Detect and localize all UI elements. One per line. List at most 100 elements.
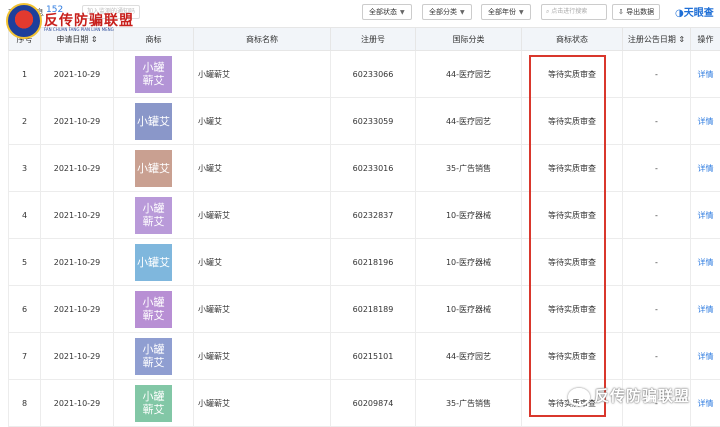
publication-date: - <box>623 98 691 145</box>
trademark-image[interactable]: 小罐 蕲艾 <box>135 56 172 93</box>
row-index: 3 <box>9 145 41 192</box>
row-index: 7 <box>9 333 41 380</box>
brand-text: 天眼查 <box>684 8 714 19</box>
search-input[interactable]: ⌕ 点击进行搜索 <box>541 4 607 20</box>
mark-cell: 小罐艾 <box>114 98 194 145</box>
application-date: 2021-10-29 <box>41 286 114 333</box>
registration-number: 60215101 <box>331 333 416 380</box>
application-date: 2021-10-29 <box>41 380 114 427</box>
mark-cell: 小罐艾 <box>114 145 194 192</box>
trademark-image[interactable]: 小罐 蕲艾 <box>135 385 172 422</box>
publication-date: - <box>623 333 691 380</box>
col-header: 操作 <box>691 28 720 51</box>
shield-logo-icon <box>6 3 42 39</box>
chevron-down-icon: ▼ <box>400 9 405 16</box>
trademark-name: 小罐艾 <box>194 98 331 145</box>
trademark-name: 小罐蕲艾 <box>194 286 331 333</box>
col-header[interactable]: 注册公告日期 ⇕ <box>623 28 691 51</box>
trademark-name: 小罐蕲艾 <box>194 333 331 380</box>
table-row: 62021-10-29小罐 蕲艾小罐蕲艾6021818910-医疗器械等待实质审… <box>9 286 720 333</box>
detail-link[interactable]: 详情 <box>691 380 720 427</box>
table-row: 32021-10-29小罐艾小罐艾6023301635-广告销售等待实质审查-详… <box>9 145 720 192</box>
mark-cell: 小罐 蕲艾 <box>114 286 194 333</box>
detail-link[interactable]: 详情 <box>691 333 720 380</box>
trademark-image[interactable]: 小罐 蕲艾 <box>135 291 172 328</box>
search-placeholder: 点击进行搜索 <box>551 8 587 15</box>
row-index: 8 <box>9 380 41 427</box>
trademark-status: 等待实质审查 <box>522 145 623 192</box>
year-filter-dropdown[interactable]: 全部年份▼ <box>481 4 531 20</box>
detail-link[interactable]: 详情 <box>691 239 720 286</box>
detail-link[interactable]: 详情 <box>691 286 720 333</box>
trademark-image[interactable]: 小罐艾 <box>135 103 172 140</box>
trademark-status: 等待实质审查 <box>522 286 623 333</box>
trademark-image-text: 小罐 蕲艾 <box>143 202 165 228</box>
trademark-name: 小罐蕲艾 <box>194 380 331 427</box>
trademark-name: 小罐蕲艾 <box>194 51 331 98</box>
application-date: 2021-10-29 <box>41 192 114 239</box>
application-date: 2021-10-29 <box>41 239 114 286</box>
trademark-status: 等待实质审查 <box>522 333 623 380</box>
chevron-down-icon: ▼ <box>460 9 465 16</box>
trademark-image-text: 小罐艾 <box>137 162 170 175</box>
status-filter-label: 全部状态 <box>369 8 397 16</box>
mark-cell: 小罐 蕲艾 <box>114 333 194 380</box>
detail-link[interactable]: 详情 <box>691 98 720 145</box>
trademark-table: 序号 申请日期 ⇕ 商标 商标名称 注册号 国际分类 商标状态 注册公告日期 ⇕… <box>8 27 720 427</box>
year-filter-label: 全部年份 <box>488 8 516 16</box>
trademark-name: 小罐蕲艾 <box>194 192 331 239</box>
row-index: 5 <box>9 239 41 286</box>
trademark-status: 等待实质审查 <box>522 239 623 286</box>
row-index: 2 <box>9 98 41 145</box>
brand-logo: ◑天眼查 <box>675 4 714 19</box>
trademark-name: 小罐艾 <box>194 145 331 192</box>
export-label: 导出数据 <box>626 8 654 16</box>
detail-link[interactable]: 详情 <box>691 192 720 239</box>
download-icon: ⇩ <box>618 8 626 16</box>
international-class: 44-医疗园艺 <box>416 51 522 98</box>
international-class: 10-医疗器械 <box>416 239 522 286</box>
wechat-icon <box>568 388 590 406</box>
application-date: 2021-10-29 <box>41 51 114 98</box>
trademark-image-text: 小罐艾 <box>137 256 170 269</box>
trademark-image[interactable]: 小罐艾 <box>135 150 172 187</box>
watermark: 反传防骗联盟 <box>568 385 690 406</box>
col-header-label: 注册公告日期 <box>628 35 676 44</box>
row-index: 1 <box>9 51 41 98</box>
trademark-name: 小罐艾 <box>194 239 331 286</box>
mark-cell: 小罐艾 <box>114 239 194 286</box>
col-header: 商标状态 <box>522 28 623 51</box>
detail-link[interactable]: 详情 <box>691 145 720 192</box>
publication-date: - <box>623 286 691 333</box>
trademark-image-text: 小罐 蕲艾 <box>143 343 165 369</box>
registration-number: 60233059 <box>331 98 416 145</box>
trademark-image[interactable]: 小罐艾 <box>135 244 172 281</box>
trademark-status: 等待实质审查 <box>522 51 623 98</box>
category-filter-label: 全部分类 <box>429 8 457 16</box>
export-button[interactable]: ⇩ 导出数据 <box>612 4 660 20</box>
trademark-image-text: 小罐 蕲艾 <box>143 296 165 322</box>
application-date: 2021-10-29 <box>41 145 114 192</box>
registration-number: 60233016 <box>331 145 416 192</box>
publication-date: - <box>623 239 691 286</box>
trademark-status: 等待实质审查 <box>522 98 623 145</box>
detail-link[interactable]: 详情 <box>691 51 720 98</box>
registration-number: 60233066 <box>331 51 416 98</box>
international-class: 35-广告销售 <box>416 145 522 192</box>
table-row: 42021-10-29小罐 蕲艾小罐蕲艾6023283710-医疗器械等待实质审… <box>9 192 720 239</box>
logo-subtitle: FAN CHUAN FANG PIAN LIAN MENG <box>44 27 114 32</box>
trademark-image[interactable]: 小罐 蕲艾 <box>135 338 172 375</box>
registration-number: 60209874 <box>331 380 416 427</box>
mark-cell: 小罐 蕲艾 <box>114 380 194 427</box>
table-row: 52021-10-29小罐艾小罐艾6021819610-医疗器械等待实质审查-详… <box>9 239 720 286</box>
trademark-image-text: 小罐艾 <box>137 115 170 128</box>
application-date: 2021-10-29 <box>41 333 114 380</box>
status-filter-dropdown[interactable]: 全部状态▼ <box>362 4 412 20</box>
col-header: 注册号 <box>331 28 416 51</box>
international-class: 10-医疗器械 <box>416 192 522 239</box>
trademark-image-text: 小罐 蕲艾 <box>143 390 165 416</box>
col-header: 国际分类 <box>416 28 522 51</box>
trademark-image[interactable]: 小罐 蕲艾 <box>135 197 172 234</box>
category-filter-dropdown[interactable]: 全部分类▼ <box>422 4 472 20</box>
table-header-row: 序号 申请日期 ⇕ 商标 商标名称 注册号 国际分类 商标状态 注册公告日期 ⇕… <box>9 28 720 51</box>
